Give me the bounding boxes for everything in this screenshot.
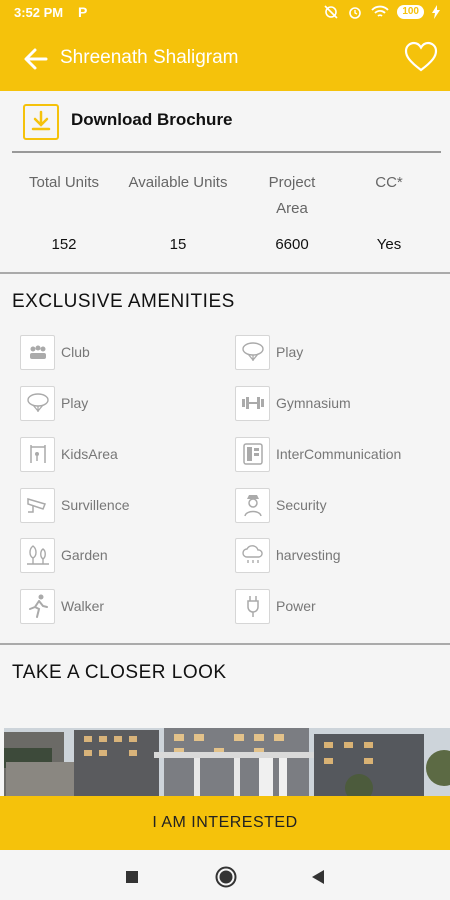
stat-available-units: Available Units 15: [114, 170, 242, 253]
walker-icon: [20, 588, 55, 624]
stat-label: CC*: [375, 174, 403, 191]
stat-total-units: Total Units 152: [16, 170, 112, 253]
amenities-heading: EXCLUSIVE AMENITIES: [12, 291, 235, 312]
alarm-icon: [349, 7, 362, 19]
amenity-label: Security: [276, 497, 327, 513]
divider: [0, 272, 450, 274]
download-brochure-row[interactable]: Download Brochure: [0, 91, 450, 153]
amenity-label: harvesting: [276, 547, 341, 563]
stat-cc: CC* Yes: [352, 170, 426, 253]
system-nav-bar: [0, 850, 450, 900]
back-arrow-icon[interactable]: [22, 45, 50, 73]
stat-value: 152: [51, 236, 77, 253]
play-icon: [235, 334, 270, 370]
download-icon: [23, 104, 59, 140]
amenity-gymnasium: Gymnasium: [235, 385, 351, 421]
battery-icon: 100: [397, 5, 424, 19]
closer-look-heading: TAKE A CLOSER LOOK: [12, 662, 227, 683]
amenity-security: Security: [235, 487, 327, 523]
divider: [0, 643, 450, 645]
amenity-label: Walker: [61, 598, 105, 614]
home-circle-icon[interactable]: [215, 866, 237, 888]
favorite-heart-icon[interactable]: [404, 41, 438, 73]
stat-project-area: Project Area 6600: [252, 170, 332, 253]
stat-value: Yes: [376, 236, 402, 253]
amenity-harvesting: harvesting: [235, 537, 341, 573]
amenity-label: Play: [61, 395, 89, 411]
sync-off-icon: [324, 5, 338, 19]
amenity-kids-area: KidsArea: [20, 436, 118, 472]
play-icon: [20, 385, 55, 421]
garden-icon: [20, 537, 55, 573]
amenity-walker: Walker: [20, 588, 104, 624]
security-guard-icon: [235, 487, 270, 523]
amenity-intercommunication: InterCommunication: [235, 436, 401, 472]
back-triangle-icon[interactable]: [310, 869, 326, 885]
recents-square-icon[interactable]: [125, 870, 139, 884]
stat-label: Available Units: [128, 174, 228, 191]
amenity-label: Survillence: [61, 497, 130, 513]
stat-value: 15: [169, 236, 187, 253]
amenity-label: Gymnasium: [276, 395, 351, 411]
status-bar: 3:52 PM P 100: [0, 0, 450, 27]
amenity-label: Play: [276, 344, 304, 360]
club-icon: [20, 334, 55, 370]
stat-label: Project Area: [268, 174, 316, 217]
wifi-icon: [371, 5, 389, 17]
download-brochure-label: Download Brochure: [71, 110, 233, 129]
charging-icon: [432, 5, 440, 19]
amenity-label: InterCommunication: [276, 446, 402, 462]
intercom-icon: [235, 436, 270, 472]
page-title: Shreenath Shaligram: [60, 47, 239, 68]
project-photo[interactable]: [4, 728, 450, 798]
amenity-play: Play: [235, 334, 303, 370]
amenity-power: Power: [235, 588, 316, 624]
i-am-interested-button[interactable]: I AM INTERESTED: [0, 796, 450, 850]
amenity-label: Power: [276, 598, 316, 614]
amenity-play: Play: [20, 385, 88, 421]
amenity-club: Club: [20, 334, 90, 370]
parking-notification-icon: P: [78, 4, 88, 20]
amenity-garden: Garden: [20, 537, 108, 573]
status-icons: 100: [323, 4, 440, 20]
status-time: 3:52 PM: [14, 5, 64, 20]
amenity-label: Garden: [61, 547, 108, 563]
power-plug-icon: [235, 588, 270, 624]
stat-value: 6600: [275, 236, 309, 253]
cctv-icon: [20, 487, 55, 523]
rain-cloud-icon: [235, 537, 270, 573]
stat-label: Total Units: [28, 174, 100, 191]
dumbbell-icon: [235, 385, 270, 421]
app-bar: Shreenath Shaligram: [0, 27, 450, 91]
amenity-label: Club: [61, 344, 90, 360]
amenity-label: KidsArea: [61, 446, 118, 462]
kids-area-icon: [20, 436, 55, 472]
divider: [12, 151, 441, 153]
amenity-survillence: Survillence: [20, 487, 129, 523]
